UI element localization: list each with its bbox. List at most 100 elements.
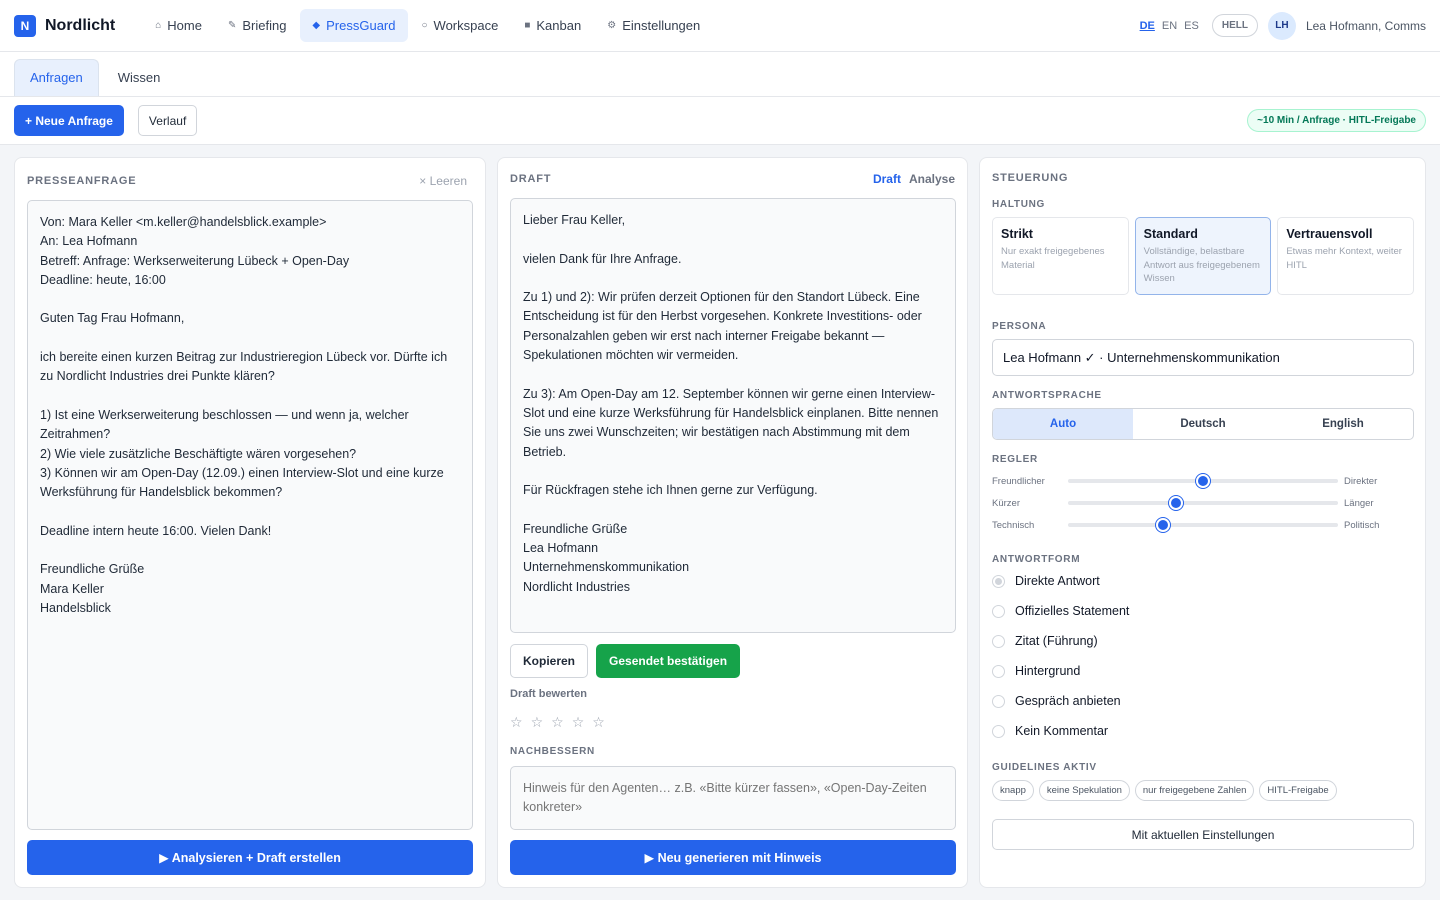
form-label: Gespräch anbieten xyxy=(1015,694,1121,708)
radio-icon xyxy=(992,574,1005,588)
nav-label: Kanban xyxy=(536,18,582,33)
panel-title: PRESSEANFRAGE xyxy=(27,175,137,187)
nav-label: Workspace xyxy=(433,18,499,33)
draft-panel: DRAFT Draft Analyse Lieber Frau Keller, … xyxy=(497,157,968,888)
section-title: HALTUNG xyxy=(992,199,1046,210)
action-bar: + Neue Anfrage Verlauf ~10 Min / Anfrage… xyxy=(0,97,1440,145)
theme-toggle[interactable]: HELL xyxy=(1211,14,1258,37)
language-switcher: DE EN ES xyxy=(1140,20,1199,32)
confirm-sent-button[interactable]: Gesendet bestätigen xyxy=(596,644,741,678)
stance-option[interactable]: Standard Vollständige, belastbare Antwor… xyxy=(1134,217,1272,295)
guideline-chip: knapp xyxy=(992,780,1034,801)
star-icon[interactable]: ☆ xyxy=(510,714,523,731)
stance-desc: Etwas mehr Kontext, weiter HITL xyxy=(1286,246,1402,271)
slider-right-label: Direkter xyxy=(1344,475,1378,487)
app-logo[interactable]: N Nordlicht xyxy=(14,14,116,37)
nav-item-pressguard[interactable]: ◆ PressGuard xyxy=(300,9,408,42)
clear-button[interactable]: × Leeren xyxy=(419,174,467,188)
slider-track[interactable] xyxy=(1068,518,1338,532)
star-icon[interactable]: ☆ xyxy=(572,714,585,731)
form-option[interactable]: Direkte Antwort xyxy=(992,574,1100,588)
section-title: REGLER xyxy=(992,454,1038,465)
form-option[interactable]: Hintergrund xyxy=(992,664,1080,678)
view-analysis-tab[interactable]: Analyse xyxy=(909,172,955,186)
view-toggle: Draft Analyse xyxy=(873,172,955,186)
form-label: Direkte Antwort xyxy=(1015,574,1100,588)
nav-item-kanban[interactable]: ■ Kanban xyxy=(512,9,593,42)
lang-en[interactable]: EN xyxy=(1162,20,1177,32)
guideline-chip: keine Spekulation xyxy=(1038,780,1130,801)
home-icon: ⌂ xyxy=(155,20,162,31)
panel-title: DRAFT xyxy=(510,173,552,185)
logo-icon: N xyxy=(14,14,36,37)
top-bar: N Nordlicht ⌂ Home ✎ Briefing ◆ PressGuard … xyxy=(0,0,1440,52)
status-badge: ~10 Min / Anfrage · HITL-Freigabe xyxy=(1247,109,1426,132)
form-label: Zitat (Führung) xyxy=(1015,634,1098,648)
slider-focus: Technisch Politisch xyxy=(992,517,1414,533)
star-icon[interactable]: ☆ xyxy=(531,714,544,731)
slider-thumb[interactable] xyxy=(1196,474,1210,488)
radio-icon xyxy=(992,694,1005,708)
square-icon: ■ xyxy=(524,20,531,31)
slider-track[interactable] xyxy=(1068,496,1338,510)
stance-option[interactable]: Strikt Nur exakt freigegebenes Material xyxy=(992,217,1129,295)
lang-de[interactable]: DE xyxy=(1140,20,1155,32)
lang-es[interactable]: ES xyxy=(1184,20,1199,32)
slider-tone: Freundlicher Direkter xyxy=(992,473,1414,489)
slider-track[interactable] xyxy=(1068,474,1338,488)
hint-input[interactable] xyxy=(510,766,956,830)
radio-icon xyxy=(992,724,1005,738)
form-label: Offizielles Statement xyxy=(1015,604,1130,618)
form-option[interactable]: Kein Kommentar xyxy=(992,724,1108,738)
slider-left-label: Kürzer xyxy=(992,497,1020,509)
nav-item-einstellungen[interactable]: ⚙ Einstellungen xyxy=(595,9,712,42)
nav-item-briefing[interactable]: ✎ Briefing xyxy=(216,9,298,42)
tab-wissen[interactable]: Wissen xyxy=(103,60,176,96)
nav-label: Home xyxy=(167,18,202,33)
history-button[interactable]: Verlauf xyxy=(137,105,198,136)
star-rating: ☆ ☆ ☆ ☆ ☆ xyxy=(510,714,605,731)
stance-option[interactable]: Vertrauensvoll Etwas mehr Kontext, weite… xyxy=(1277,217,1415,295)
header-right: DE EN ES HELL LH Lea Hofmann, Comms xyxy=(1140,11,1426,40)
view-draft-tab[interactable]: Draft xyxy=(873,172,901,186)
avatar[interactable]: LH xyxy=(1267,11,1296,40)
request-textarea[interactable]: Von: Mara Keller <m.keller@handelsblick.… xyxy=(27,200,473,830)
star-icon[interactable]: ☆ xyxy=(551,714,564,731)
analyze-button[interactable]: ▶ Analysieren + Draft erstellen xyxy=(27,840,473,875)
persona-select[interactable]: Lea Hofmann ✓ · Unternehmenskommunikatio… xyxy=(992,339,1414,376)
section-title: GUIDELINES AKTIV xyxy=(992,762,1097,773)
nav-item-workspace[interactable]: ○ Workspace xyxy=(410,9,511,42)
form-option[interactable]: Offizielles Statement xyxy=(992,604,1129,618)
radio-icon xyxy=(992,634,1005,648)
slider-left-label: Technisch xyxy=(992,519,1035,531)
draft-textarea[interactable]: Lieber Frau Keller, vielen Dank für Ihre… xyxy=(510,198,956,633)
lang-option-deutsch[interactable]: Deutsch xyxy=(1133,409,1273,439)
form-label: Kein Kommentar xyxy=(1015,724,1109,738)
copy-button[interactable]: Kopieren xyxy=(510,644,589,678)
star-icon[interactable]: ☆ xyxy=(592,714,605,731)
new-request-button[interactable]: + Neue Anfrage xyxy=(14,105,124,136)
stance-desc: Nur exakt freigegebenes Material xyxy=(1001,246,1105,271)
slider-length: Kürzer Länger xyxy=(992,495,1414,511)
stance-name: Vertrauensvoll xyxy=(1286,227,1373,241)
form-option[interactable]: Gespräch anbieten xyxy=(992,694,1121,708)
slider-right-label: Länger xyxy=(1344,497,1374,509)
app-name: Nordlicht xyxy=(45,16,116,34)
slider-left-label: Freundlicher xyxy=(992,475,1045,487)
guideline-chip: HITL-Freigabe xyxy=(1259,780,1337,801)
control-panel: STEUERUNG HALTUNG Strikt Nur exakt freig… xyxy=(979,157,1426,888)
stance-name: Strikt xyxy=(1001,227,1033,241)
sub-tabs: Anfragen Wissen xyxy=(0,52,1440,97)
nav-item-home[interactable]: ⌂ Home xyxy=(143,9,214,42)
slider-thumb[interactable] xyxy=(1155,518,1170,532)
slider-thumb[interactable] xyxy=(1169,496,1183,510)
lang-option-english[interactable]: English xyxy=(1273,409,1413,439)
slider-right-label: Politisch xyxy=(1344,519,1380,531)
lang-option-auto[interactable]: Auto xyxy=(993,409,1133,439)
tab-anfragen[interactable]: Anfragen xyxy=(14,59,99,96)
gear-icon: ⚙ xyxy=(607,20,617,31)
regenerate-button[interactable]: ▶ Neu generieren mit Hinweis xyxy=(510,840,956,875)
apply-settings-button[interactable]: Mit aktuellen Einstellungen xyxy=(992,819,1414,850)
form-option[interactable]: Zitat (Führung) xyxy=(992,634,1098,648)
section-title: ANTWORTFORM xyxy=(992,554,1081,565)
